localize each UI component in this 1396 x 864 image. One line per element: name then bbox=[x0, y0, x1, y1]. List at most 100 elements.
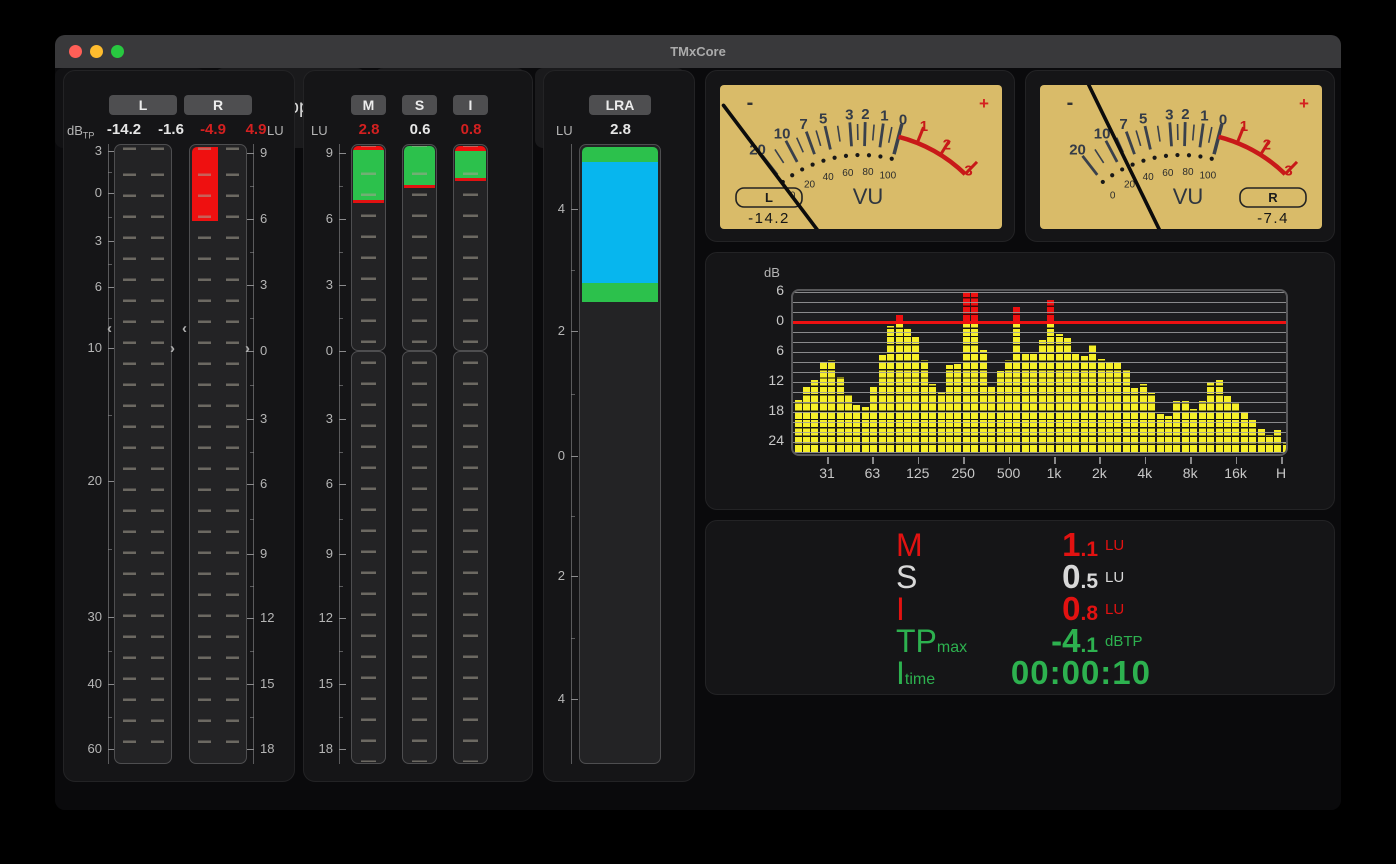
vu-scale-label: 10 bbox=[774, 126, 791, 143]
vu-scale-label: 7 bbox=[1119, 116, 1127, 133]
integration-time-value: 00:00:10 bbox=[991, 654, 1151, 692]
vu-title: VU bbox=[1173, 184, 1204, 209]
vu-title: VU bbox=[853, 184, 884, 209]
vu-scale-label: 1 bbox=[880, 108, 888, 125]
spectrum-analyzer-panel: dB 606121824 31631252505001k2k4k8k16kH bbox=[705, 252, 1335, 510]
vu-sub-dot bbox=[821, 159, 825, 163]
axis-minor-tick bbox=[250, 717, 254, 718]
axis-label: 4 bbox=[531, 201, 565, 217]
spectrum-x-tick bbox=[963, 457, 965, 464]
axis-label: 15 bbox=[260, 676, 294, 692]
vu-tick bbox=[1170, 122, 1172, 146]
axis-minor-tick bbox=[250, 452, 254, 453]
vu-scale-label: 3 bbox=[1165, 106, 1173, 123]
axis-tick bbox=[339, 285, 346, 286]
axis-label: 3 bbox=[68, 233, 102, 249]
axis-minor-tick bbox=[339, 519, 343, 520]
lu-unit-label: LU bbox=[556, 123, 573, 138]
spectrum-db-label: dB bbox=[764, 265, 780, 280]
axis-minor-tick bbox=[108, 318, 112, 319]
vu-tick bbox=[786, 141, 797, 162]
vu-minor-tick bbox=[1193, 125, 1194, 141]
meter-well bbox=[189, 144, 247, 764]
axis-tick bbox=[339, 153, 346, 154]
vu-channel-letter: R bbox=[1268, 190, 1278, 205]
right-true-peak-value: -4.9 bbox=[192, 121, 234, 139]
axis-minor-tick bbox=[250, 519, 254, 520]
loudness-band-green bbox=[455, 151, 486, 178]
vu-minor-tick bbox=[1095, 149, 1104, 162]
vu-scale-label: 1 bbox=[1200, 108, 1208, 125]
left-peak-max-value: -1.6 bbox=[152, 121, 190, 139]
vu-tick bbox=[850, 122, 852, 146]
stat-label: Itime bbox=[896, 655, 991, 692]
vu-sub-label: 100 bbox=[1200, 170, 1217, 181]
peak-hold-marker: › bbox=[245, 344, 250, 354]
spectrum-x-tick-label: 1k bbox=[1034, 465, 1074, 481]
vu-sub-dot bbox=[878, 154, 882, 158]
lra-value: 2.8 bbox=[598, 121, 643, 139]
axis-minor-tick bbox=[250, 318, 254, 319]
vu-minor-tick bbox=[838, 126, 840, 142]
desktop: TMxCore L R dBTP -14.2 -1.6 -4.9 4.9 LU … bbox=[0, 0, 1396, 864]
vu-sub-dot bbox=[855, 153, 859, 157]
axis-label: 3 bbox=[260, 411, 294, 427]
stat-unit: LU bbox=[1105, 601, 1124, 618]
axis-tick bbox=[339, 684, 346, 685]
axis-tick bbox=[571, 576, 578, 577]
axis-tick bbox=[339, 419, 346, 420]
axis-tick bbox=[339, 618, 346, 619]
spectrum-x-tick bbox=[1236, 457, 1238, 464]
spectrum-x-tick-label: 63 bbox=[852, 465, 892, 481]
peak-meter-left: ‹› bbox=[114, 144, 172, 764]
axis-label: 6 bbox=[299, 211, 333, 227]
vu-sub-dot bbox=[890, 157, 894, 161]
axis-minor-tick bbox=[339, 651, 343, 652]
axis-label: 6 bbox=[68, 279, 102, 295]
vu-meter-right-panel: 2010753210123020406080100-+VUR-7.4 bbox=[1025, 70, 1335, 242]
loudness-band-green bbox=[404, 146, 435, 185]
vu-red-label: 3 bbox=[1284, 163, 1292, 180]
vu-tick bbox=[880, 124, 883, 148]
integrated-badge: I bbox=[453, 95, 488, 115]
spectrum-zero-line bbox=[793, 321, 1286, 325]
axis-minor-tick bbox=[339, 452, 343, 453]
vu-sub-label: 100 bbox=[880, 170, 897, 181]
vu-red-arc bbox=[899, 137, 966, 174]
vu-sub-label: 0 bbox=[1110, 191, 1116, 202]
axis-tick bbox=[247, 684, 254, 685]
vu-scale-label: 5 bbox=[1139, 110, 1147, 127]
vu-readout-value: -14.2 bbox=[748, 210, 790, 227]
meter-bars bbox=[404, 146, 435, 762]
tick-dashes bbox=[123, 147, 136, 761]
meter-bars bbox=[353, 146, 384, 762]
vu-scale-label: 3 bbox=[845, 106, 853, 123]
titlebar[interactable]: TMxCore bbox=[55, 35, 1341, 68]
spectrum-y-tick-label: 6 bbox=[758, 342, 784, 358]
axis-label: 9 bbox=[299, 145, 333, 161]
spectrum-x-tick-label: 500 bbox=[989, 465, 1029, 481]
tick-dashes bbox=[463, 146, 478, 762]
stat-unit: LU bbox=[1105, 569, 1124, 586]
axis-label: 12 bbox=[260, 610, 294, 626]
axis-label: 18 bbox=[260, 741, 294, 757]
meter-bars bbox=[582, 147, 658, 761]
axis-tick bbox=[571, 699, 578, 700]
axis-label: 4 bbox=[531, 691, 565, 707]
vu-readout-value: -7.4 bbox=[1257, 210, 1289, 227]
vu-channel-letter: L bbox=[765, 190, 773, 205]
spectrum-x-tick bbox=[1054, 457, 1056, 464]
vu-sub-label: 60 bbox=[1162, 168, 1174, 179]
axis-label: 9 bbox=[260, 145, 294, 161]
vu-tick bbox=[806, 132, 814, 155]
momentary-meter bbox=[351, 144, 386, 764]
axis-label: 0 bbox=[68, 185, 102, 201]
meter-bars bbox=[117, 147, 169, 761]
overload-bar-red bbox=[192, 147, 218, 221]
axis-minor-tick bbox=[339, 252, 343, 253]
axis-tick bbox=[247, 419, 254, 420]
vu-minus-label: - bbox=[747, 92, 754, 114]
axis-tick bbox=[339, 749, 346, 750]
vu-tick bbox=[1185, 122, 1186, 146]
peak-hold-marker: ‹ bbox=[182, 324, 187, 334]
